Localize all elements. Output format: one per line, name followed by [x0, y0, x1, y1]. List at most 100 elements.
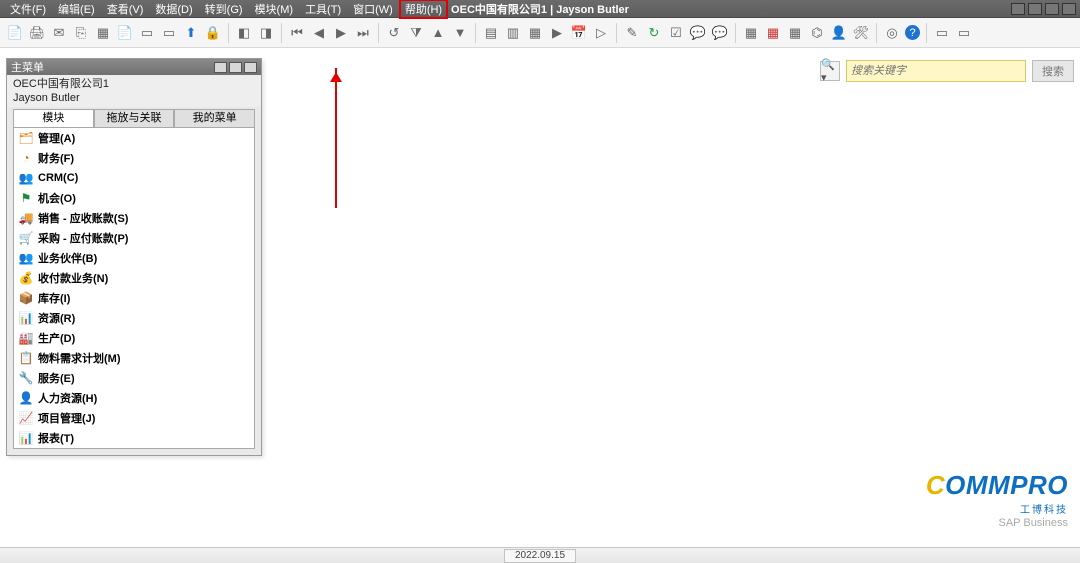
funnel-filter-icon[interactable]: ⧩	[407, 24, 425, 42]
tree-item-money[interactable]: 💰收付款业务(N)	[14, 268, 254, 288]
sys-icon[interactable]	[1011, 3, 1025, 15]
calendar-stack-icon[interactable]: 📅	[570, 24, 588, 42]
tree-item-resource[interactable]: 📊资源(R)	[14, 308, 254, 328]
next-icon[interactable]: ▶	[332, 24, 350, 42]
page-icon[interactable]: ▭	[138, 24, 156, 42]
panel-maximize-icon[interactable]	[229, 62, 242, 73]
branding: COMMPRO 工博科技 SAP Business	[926, 470, 1068, 529]
truck-icon: 🚚	[18, 210, 34, 226]
printer-icon[interactable]: 🖨	[28, 24, 46, 42]
tree-item-gear-flag[interactable]: ⚑机会(O)	[14, 188, 254, 208]
tree-item-wrench[interactable]: 🔧服务(E)	[14, 368, 254, 388]
tree-label: 资源(R)	[38, 310, 75, 326]
org-icon[interactable]: ⌬	[808, 24, 826, 42]
first-icon[interactable]: ⏮	[288, 24, 306, 42]
prev-icon[interactable]: ◀	[310, 24, 328, 42]
help-icon[interactable]: ?	[905, 25, 920, 40]
tree-item-pie[interactable]: ◔财务(F)	[14, 148, 254, 168]
tree-item-project[interactable]: 📈项目管理(J)	[14, 408, 254, 428]
cal-play-icon[interactable]: ▷	[592, 24, 610, 42]
tree-item-cart[interactable]: 🛒采购 - 应付账款(P)	[14, 228, 254, 248]
refresh-green-icon[interactable]: ↻	[645, 24, 663, 42]
checklist-icon[interactable]: ☑	[667, 24, 685, 42]
page-back-icon[interactable]: ◧	[235, 24, 253, 42]
doc-a-icon[interactable]: ▤	[482, 24, 500, 42]
main-menu-window: 主菜单 OEC中国有限公司1 Jayson Butler 模块拖放与关联我的菜单…	[6, 58, 262, 456]
tool-a-icon[interactable]: 🛠	[852, 24, 870, 42]
wrench-icon: 🔧	[18, 370, 34, 386]
main-toolbar: 📄🖨✉⎘▦📄▭▭⬆🔒◧◨⏮◀▶⏭↺⧩▲▼▤▥▦▶📅▷✎↻☑💬💬▦▦▦⌬👤🛠◎?▭…	[0, 18, 1080, 48]
resource-icon: 📊	[18, 310, 34, 326]
status-date: 2022.09.15	[504, 549, 576, 563]
minimize-icon[interactable]	[1028, 3, 1042, 15]
filter-desc-icon[interactable]: ▼	[451, 24, 469, 42]
tab-0[interactable]: 模块	[13, 109, 94, 127]
excel-export-icon[interactable]: ⎘	[72, 24, 90, 42]
doc-play-icon[interactable]: ▶	[548, 24, 566, 42]
last-icon[interactable]: ⏭	[354, 24, 372, 42]
menu-工具[interactable]: 工具(T)	[299, 0, 347, 18]
search-input[interactable]	[846, 60, 1026, 82]
maximize-icon[interactable]	[1045, 3, 1059, 15]
menu-编辑[interactable]: 编辑(E)	[52, 0, 101, 18]
close-icon[interactable]	[1062, 3, 1076, 15]
menu-数据[interactable]: 数据(D)	[149, 0, 198, 18]
tree-label: 项目管理(J)	[38, 410, 95, 426]
panel-close-icon[interactable]	[244, 62, 257, 73]
chat-icon[interactable]: 💬	[689, 24, 707, 42]
cart-icon: 🛒	[18, 230, 34, 246]
tree-item-crm[interactable]: 👥CRM(C)	[14, 168, 254, 188]
menu-模块[interactable]: 模块(M)	[249, 0, 300, 18]
tables-icon[interactable]: ▦	[94, 24, 112, 42]
doc-stack-icon[interactable]: ▦	[526, 24, 544, 42]
panel-minimize-icon[interactable]	[214, 62, 227, 73]
plus-doc-icon[interactable]: 📄	[6, 24, 24, 42]
tree-item-people[interactable]: 👥业务伙伴(B)	[14, 248, 254, 268]
menu-文件[interactable]: 文件(F)	[4, 0, 52, 18]
doc-b-icon[interactable]: ▥	[504, 24, 522, 42]
word-doc-icon[interactable]: 📄	[116, 24, 134, 42]
chat-stack-icon[interactable]: 💬	[711, 24, 729, 42]
tree-item-hr[interactable]: 👤人力资源(H)	[14, 388, 254, 408]
grid-table-icon[interactable]: ▦	[742, 24, 760, 42]
mail-icon[interactable]: ✉	[50, 24, 68, 42]
pencil-icon[interactable]: ✎	[623, 24, 641, 42]
menu-查看[interactable]: 查看(V)	[101, 0, 150, 18]
up-arrow-icon[interactable]: ⬆	[182, 24, 200, 42]
search-mode-dropdown[interactable]: 🔍▾	[820, 61, 840, 81]
app-title: OEC中国有限公司1 | Jayson Butler	[451, 1, 629, 17]
grid-calc-icon[interactable]: ▦	[786, 24, 804, 42]
hr-icon: 👤	[18, 390, 34, 406]
loop-icon[interactable]: ↺	[385, 24, 403, 42]
search-button[interactable]: 搜索	[1032, 60, 1074, 82]
menu-转到[interactable]: 转到(G)	[199, 0, 249, 18]
annotation-arrow	[335, 68, 337, 208]
main-menu-titlebar[interactable]: 主菜单	[7, 59, 261, 75]
page-copy-icon[interactable]: ▭	[160, 24, 178, 42]
blank-a-icon[interactable]: ▭	[933, 24, 951, 42]
menu-帮助[interactable]: 帮助(H)	[399, 0, 448, 19]
tree-item-mrp[interactable]: 📋物料需求计划(M)	[14, 348, 254, 368]
main-menu-title: 主菜单	[11, 59, 44, 75]
module-tree[interactable]: 🗂管理(A)◔财务(F)👥CRM(C)⚑机会(O)🚚销售 - 应收账款(S)🛒采…	[13, 127, 255, 449]
blank-b-icon[interactable]: ▭	[955, 24, 973, 42]
tree-item-folder-multi[interactable]: 🗂管理(A)	[14, 128, 254, 148]
tree-item-boxes[interactable]: 📦库存(I)	[14, 288, 254, 308]
grid-red-icon[interactable]: ▦	[764, 24, 782, 42]
page-lock-icon[interactable]: 🔒	[204, 24, 222, 42]
crm-icon: 👥	[18, 170, 34, 186]
tree-item-report[interactable]: 📊报表(T)	[14, 428, 254, 448]
tree-label: 管理(A)	[38, 130, 75, 146]
user-icon[interactable]: 👤	[830, 24, 848, 42]
tab-2[interactable]: 我的菜单	[174, 109, 255, 127]
tree-item-factory[interactable]: 🏭生产(D)	[14, 328, 254, 348]
window-controls	[1011, 3, 1076, 15]
menu-窗口[interactable]: 窗口(W)	[347, 0, 399, 18]
tree-label: 生产(D)	[38, 330, 75, 346]
tree-item-truck[interactable]: 🚚销售 - 应收账款(S)	[14, 208, 254, 228]
report-icon: 📊	[18, 430, 34, 446]
tab-1[interactable]: 拖放与关联	[94, 109, 175, 127]
page-fwd-icon[interactable]: ◨	[257, 24, 275, 42]
target-icon[interactable]: ◎	[883, 24, 901, 42]
filter-asc-icon[interactable]: ▲	[429, 24, 447, 42]
